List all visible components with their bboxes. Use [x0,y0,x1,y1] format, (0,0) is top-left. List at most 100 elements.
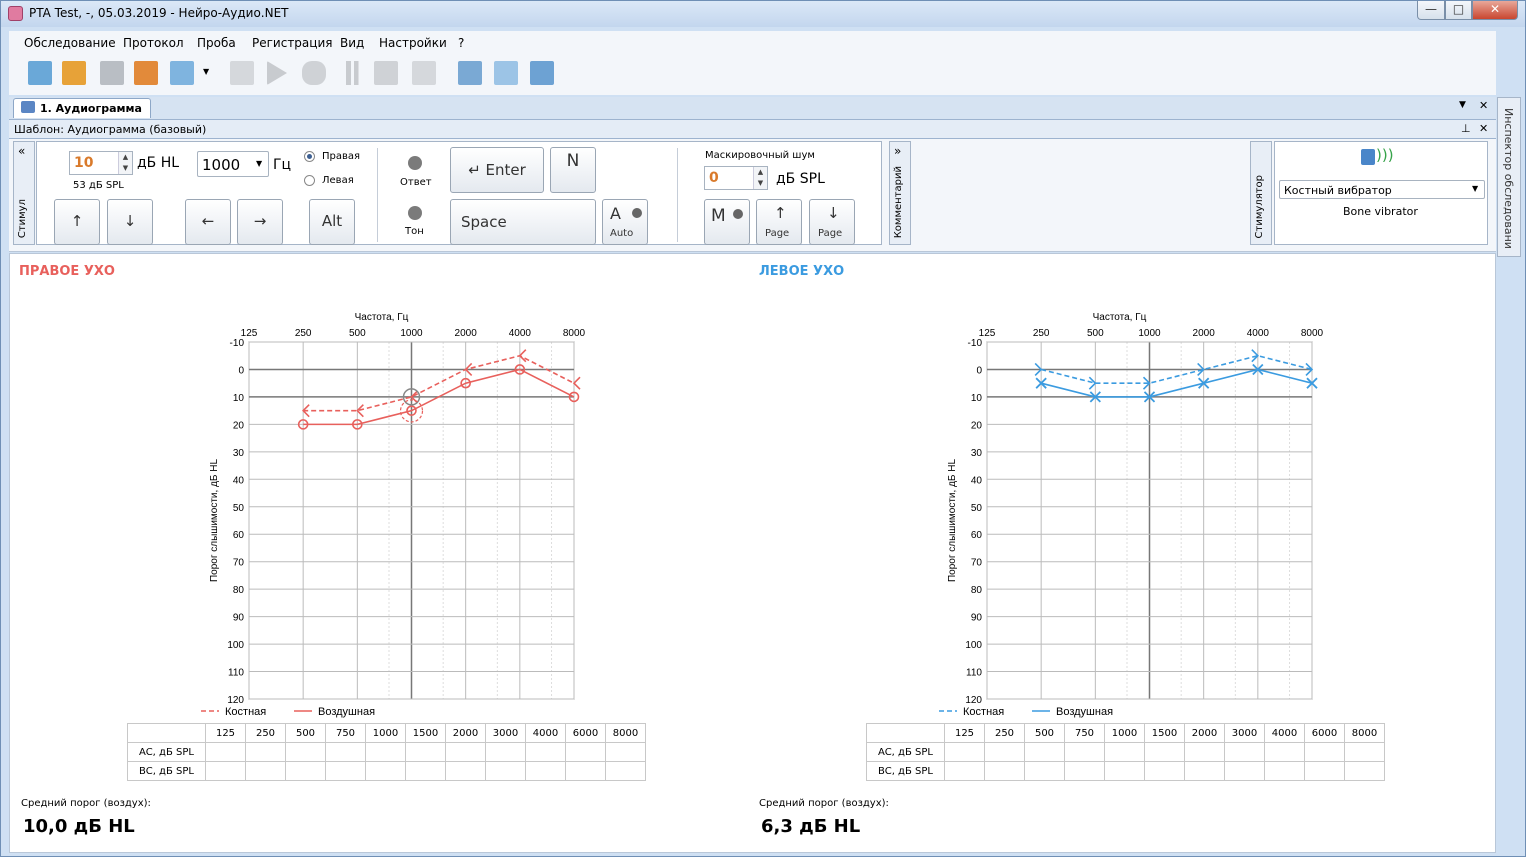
add-report-button[interactable] [491,58,521,88]
legend-label: Костная [225,706,266,718]
freq-right-button[interactable]: → [237,199,283,245]
y-tick-label: 50 [233,503,245,514]
x-tick-label: 250 [295,328,312,339]
stimulator-select-value: Костный вибратор [1284,184,1392,197]
legend-label: Костная [963,706,1004,718]
pause-icon [340,61,364,85]
alt-button[interactable]: Alt [309,199,355,245]
export-icon [134,61,158,85]
radio-left[interactable] [304,175,315,186]
audiogram-content: ПРАВОЕ УХО 125 250 500 1000 2000 4000 8000 -10 0… [9,253,1496,853]
tone-label: Тон [405,226,424,237]
y-tick-label: 110 [228,668,244,679]
level-up-button[interactable]: ↑ [54,199,100,245]
y-axis-label: Порог слышимости, дБ HL [209,459,220,582]
radio-left-label: Левая [322,175,354,186]
connect-button[interactable] [527,58,557,88]
level-spinner[interactable]: 10 ▲ ▼ [69,151,133,175]
auto-button[interactable]: A Auto [602,199,648,245]
stimulator-select[interactable]: Костный вибратор ▼ [1279,180,1485,199]
y-tick-label: -10 [968,338,983,349]
left-avg-label: Средний порог (воздух): [759,798,889,809]
export-button[interactable] [131,58,161,88]
minimize-button[interactable]: — [1417,1,1445,20]
stop-icon [374,61,398,85]
menu-item-protocol[interactable]: Протокол [123,36,184,50]
arrow-up-icon: ↑ [774,204,787,222]
ac-row-label: AC, дБ SPL [127,742,206,762]
freq-header-cell [866,723,945,743]
save-button[interactable] [97,58,127,88]
enter-button[interactable]: ↵ Enter [450,147,544,193]
stimulator-side-tab[interactable]: Стимулятор [1250,141,1272,245]
inspector-side-tab[interactable]: Инспектор обследовани [1497,97,1521,257]
play-button[interactable] [264,58,294,88]
menu-item-test[interactable]: Проба [197,36,236,50]
level-down-button[interactable]: ↓ [107,199,153,245]
menu-item-settings[interactable]: Настройки [379,36,447,50]
add-test-button[interactable] [167,58,197,88]
menu-item-help[interactable]: ? [458,36,464,50]
masking-toggle-button[interactable]: M [704,199,750,245]
pin-icon[interactable]: ⊥ [1461,122,1471,135]
n-button[interactable]: N [550,147,596,193]
settings-wand-button[interactable] [455,58,485,88]
space-button[interactable]: Space [450,199,596,245]
freq-header-cell: 1000 [365,723,406,743]
legend-label: Воздушная [318,706,375,718]
spin-arrows-icon[interactable]: ▲ ▼ [753,167,767,189]
masking-spinner[interactable]: 0 ▲ ▼ [704,166,768,190]
frequency-select[interactable]: 1000 ▼ [197,151,269,177]
comment-side-tab[interactable]: » Комментарий [889,141,911,245]
close-button[interactable]: ✕ [1472,1,1518,20]
pause-button[interactable] [337,58,367,88]
stop-button[interactable] [371,58,401,88]
x-tick-label: 1000 [1138,328,1161,339]
menu-item-registration[interactable]: Регистрация [252,36,332,50]
page-up-button[interactable]: ↑ Page [756,199,802,245]
expand-right-icon[interactable]: » [894,144,901,158]
calibrate-button[interactable] [227,58,257,88]
x-tick-label: 4000 [1247,328,1270,339]
new-exam-button[interactable] [25,58,55,88]
spin-arrows-icon[interactable]: ▲ ▼ [118,152,132,174]
page-down-button[interactable]: ↓ Page [809,199,855,245]
response-label: Ответ [400,177,432,188]
right-avg-value: 10,0 дБ HL [23,816,135,837]
y-tick-label: 40 [233,475,245,486]
y-tick-label: 70 [971,558,983,569]
tone-indicator [408,206,422,220]
y-tick-label: 10 [971,393,983,404]
collapse-left-icon[interactable]: « [18,144,25,158]
ac-row-label: AC, дБ SPL [866,742,945,762]
title-bar: PTA Test, -, 05.03.2019 - Нейро-Аудио.NE… [1,1,1525,27]
menu-bar: Обследование Протокол Проба Регистрация … [9,31,1496,55]
stimulus-tab-label: Стимул [17,198,28,238]
panel-close-icon[interactable]: ✕ [1479,122,1488,135]
freq-header-cell: 4000 [525,723,566,743]
hand-button[interactable] [299,58,329,88]
cancel-button[interactable] [409,58,439,88]
connect-icon [530,61,554,85]
add-report-icon [494,61,518,85]
arrow-down-icon: ↓ [827,204,840,222]
y-tick-label: 30 [971,448,983,459]
freq-header-cell: 1500 [405,723,446,743]
menu-item-view[interactable]: Вид [340,36,364,50]
add-test-icon [170,61,194,85]
stimulus-side-tab[interactable]: « Стимул [13,141,35,245]
open-exam-button[interactable] [59,58,89,88]
tab-close-icon[interactable]: ✕ [1479,99,1488,112]
freq-left-button[interactable]: ← [185,199,231,245]
menu-item-exam[interactable]: Обследование [24,36,116,50]
left-ear-title: ЛЕВОЕ УХО [759,264,845,279]
chevron-down-icon[interactable]: ▼ [203,67,209,76]
freq-header-cell: 125 [944,723,985,743]
maximize-button[interactable]: □ [1445,1,1472,20]
y-tick-label: 20 [971,420,983,431]
tab-list-dropdown[interactable]: ▼ [1459,100,1466,110]
freq-header-cell: 6000 [1304,723,1345,743]
radio-right[interactable] [304,151,315,162]
y-tick-label: 90 [971,613,983,624]
save-icon [100,61,124,85]
